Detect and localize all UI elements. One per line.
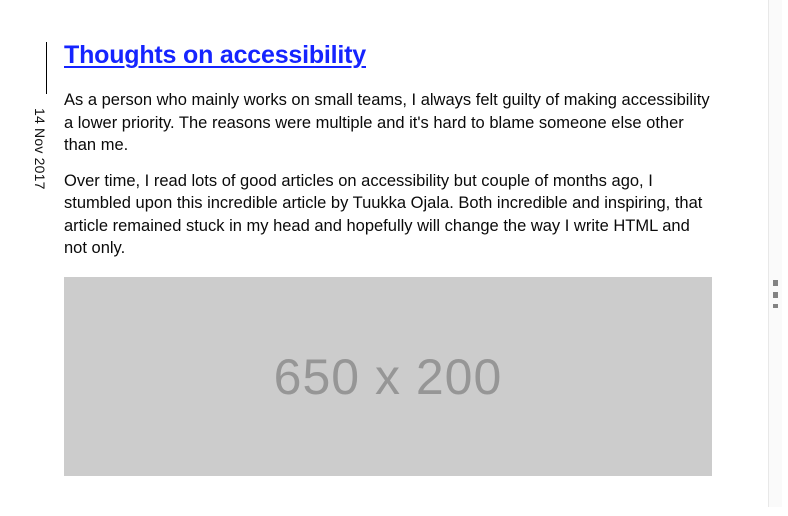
scrollbar-thumb[interactable]: [773, 280, 778, 308]
blog-post: 14 Nov 2017 Thoughts on accessibility As…: [0, 0, 712, 516]
post-date: 14 Nov 2017: [32, 108, 48, 190]
scrollbar-track: [768, 0, 782, 507]
hero-image-placeholder: 650 x 200: [64, 277, 712, 476]
post-paragraph: Over time, I read lots of good articles …: [64, 170, 712, 259]
scrollbar[interactable]: [768, 0, 782, 507]
post-title-link[interactable]: Thoughts on accessibility: [64, 40, 712, 71]
hero-image-label: 650 x 200: [274, 348, 503, 406]
post-paragraph: As a person who mainly works on small te…: [64, 89, 712, 156]
date-divider-line: [46, 42, 47, 94]
date-rail: 14 Nov 2017: [38, 42, 54, 190]
